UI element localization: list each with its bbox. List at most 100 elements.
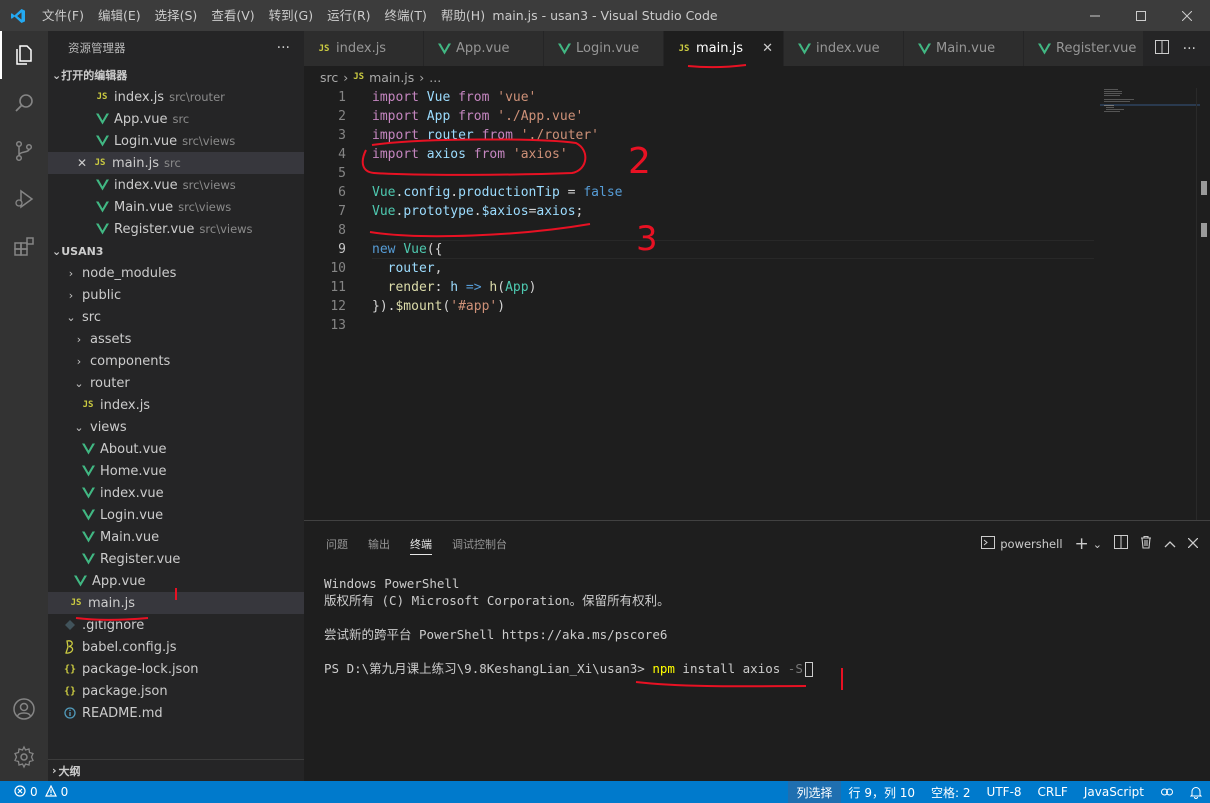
tab-terminal[interactable]: 终端 (400, 521, 442, 567)
project-section[interactable]: ⌄ USAN3 (48, 240, 304, 262)
tree-file[interactable]: .gitignore (48, 614, 304, 636)
run-debug-icon[interactable] (0, 175, 48, 223)
tab-index-js[interactable]: JS index.js (304, 31, 424, 66)
feedback-icon[interactable] (1152, 781, 1182, 803)
cursor-position[interactable]: 行 9，列 10 (841, 781, 924, 803)
open-editor-item-active[interactable]: ✕ JS main.js src (48, 152, 304, 174)
close-panel-icon[interactable] (1187, 537, 1199, 552)
menu-run[interactable]: 运行(R) (320, 0, 377, 31)
code-token: ; (575, 204, 584, 219)
menu-view[interactable]: 查看(V) (204, 0, 261, 31)
tree-file[interactable]: App.vue (48, 570, 304, 592)
minimap[interactable] (1100, 88, 1200, 118)
tree-folder[interactable]: › assets (48, 328, 304, 350)
notifications-bell-icon[interactable] (1182, 781, 1210, 803)
tab-app-vue[interactable]: App.vue (424, 31, 544, 66)
tree-file-selected[interactable]: JS main.js (48, 592, 304, 614)
tree-folder[interactable]: ⌄ src (48, 306, 304, 328)
tab-debug-console[interactable]: 调试控制台 (442, 521, 517, 567)
tab-main-vue[interactable]: Main.vue (904, 31, 1024, 66)
close-editor-icon[interactable]: ✕ (74, 156, 90, 170)
encoding[interactable]: UTF-8 (979, 781, 1030, 803)
tab-register-vue[interactable]: Register.vue (1024, 31, 1144, 66)
tree-file-label: Main.vue (100, 529, 160, 545)
tree-file[interactable]: {} package-lock.json (48, 658, 304, 680)
explorer-icon[interactable] (0, 31, 48, 79)
tab-main-js[interactable]: JS main.js ✕ (664, 31, 784, 66)
language-mode[interactable]: JavaScript (1076, 781, 1152, 803)
code-token: import (372, 109, 419, 124)
tree-file[interactable]: JS index.js (48, 394, 304, 416)
code-token: import (372, 147, 419, 162)
outline-section[interactable]: › 大纲 (48, 759, 304, 781)
extensions-icon[interactable] (0, 223, 48, 271)
line-ending[interactable]: CRLF (1030, 781, 1076, 803)
tree-file[interactable]: index.vue (48, 482, 304, 504)
source-control-icon[interactable] (0, 127, 48, 175)
tree-folder-label: public (82, 287, 122, 303)
line-number: 6 (338, 185, 346, 200)
editor-scrollbar[interactable] (1196, 88, 1210, 520)
open-editor-item[interactable]: index.vue src\views (48, 174, 304, 196)
vue-file-icon (556, 43, 572, 55)
more-actions-icon[interactable]: ··· (277, 40, 290, 56)
tree-file[interactable]: Login.vue (48, 504, 304, 526)
new-terminal-plus-icon[interactable]: + (1075, 534, 1089, 554)
split-editor-icon[interactable] (1154, 39, 1169, 58)
more-actions-icon[interactable]: ··· (1183, 41, 1196, 57)
tab-output[interactable]: 输出 (358, 521, 400, 567)
menu-selection[interactable]: 选择(S) (148, 0, 205, 31)
breadcrumb-folder[interactable]: src (320, 70, 338, 85)
split-terminal-icon[interactable] (1114, 535, 1128, 553)
close-tab-icon[interactable]: ✕ (762, 41, 773, 56)
indentation[interactable]: 空格: 2 (923, 781, 979, 803)
tab-login-vue[interactable]: Login.vue (544, 31, 664, 66)
code-token: : (434, 280, 451, 295)
settings-gear-icon[interactable] (0, 733, 48, 781)
open-editors-section[interactable]: ⌄ 打开的编辑器 (48, 64, 304, 86)
trash-icon[interactable] (1140, 535, 1152, 553)
tree-file[interactable]: Home.vue (48, 460, 304, 482)
tree-file[interactable]: babel.config.js (48, 636, 304, 658)
breadcrumb-more[interactable]: ... (429, 70, 441, 85)
menu-terminal[interactable]: 终端(T) (378, 0, 434, 31)
menu-edit[interactable]: 编辑(E) (91, 0, 148, 31)
menu-go[interactable]: 转到(G) (262, 0, 320, 31)
code-editor[interactable]: 1 import Vue from 'vue' 2 import App from … (304, 88, 1210, 520)
open-editor-item[interactable]: App.vue src (48, 108, 304, 130)
problems-status[interactable]: 0 0 (0, 784, 68, 800)
tree-file[interactable]: {} package.json (48, 680, 304, 702)
tree-folder[interactable]: › public (48, 284, 304, 306)
code-token: productionTip (458, 185, 560, 200)
terminal-output[interactable]: Windows PowerShell 版权所有 (C) Microsoft Co… (324, 575, 813, 677)
open-editor-item[interactable]: Register.vue src\views (48, 218, 304, 240)
terminal-shell-select[interactable]: powershell (981, 536, 1063, 552)
menu-file[interactable]: 文件(F) (35, 0, 91, 31)
tab-problems[interactable]: 问题 (316, 521, 358, 567)
maximize-button[interactable] (1118, 0, 1164, 31)
code-token: , (434, 261, 443, 276)
tree-file[interactable]: Register.vue (48, 548, 304, 570)
account-icon[interactable] (0, 685, 48, 733)
tab-index-vue[interactable]: index.vue (784, 31, 904, 66)
search-icon[interactable] (0, 79, 48, 127)
tree-folder[interactable]: › node_modules (48, 262, 304, 284)
tree-folder[interactable]: ⌄ views (48, 416, 304, 438)
open-editor-item[interactable]: Main.vue src\views (48, 196, 304, 218)
tree-file[interactable]: README.md (48, 702, 304, 724)
open-editor-item[interactable]: Login.vue src\views (48, 130, 304, 152)
maximize-panel-icon[interactable] (1164, 537, 1176, 552)
menu-help[interactable]: 帮助(H) (434, 0, 492, 31)
breadcrumb-file[interactable]: main.js (369, 70, 414, 85)
minimize-button[interactable] (1072, 0, 1118, 31)
code-token: Vue (372, 185, 396, 200)
selection-mode[interactable]: 列选择 (788, 781, 841, 803)
tree-file[interactable]: About.vue (48, 438, 304, 460)
tree-folder[interactable]: ⌄ router (48, 372, 304, 394)
tree-folder[interactable]: › components (48, 350, 304, 372)
chevron-down-icon[interactable]: ⌄ (1093, 538, 1102, 551)
open-editor-item[interactable]: JS index.js src\router (48, 86, 304, 108)
tree-file[interactable]: Main.vue (48, 526, 304, 548)
close-window-button[interactable] (1164, 0, 1210, 31)
line-number: 12 (330, 299, 346, 314)
